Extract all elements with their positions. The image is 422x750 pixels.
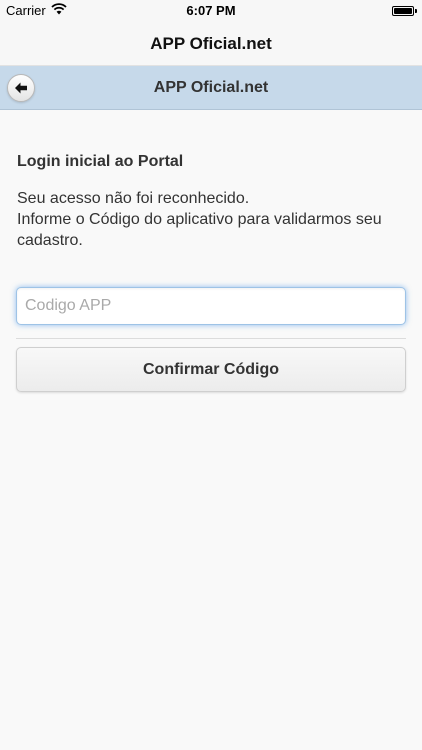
page-header: APP Oficial.net xyxy=(0,66,422,110)
battery-icon xyxy=(392,6,417,16)
code-input-wrapper xyxy=(16,287,406,325)
login-heading: Login inicial ao Portal xyxy=(17,153,184,170)
app-nav-bar: APP Oficial.net xyxy=(0,22,422,66)
app-title: APP Oficial.net xyxy=(150,34,272,53)
login-content: Login inicial ao Portal Seu acesso não f… xyxy=(17,152,405,251)
app-code-input[interactable] xyxy=(17,288,405,324)
message-line-1: Seu acesso não foi reconhecido. xyxy=(17,190,250,207)
login-message: Seu acesso não foi reconhecido. Informe … xyxy=(17,188,405,251)
divider xyxy=(16,338,406,339)
message-line-2: Informe o Código do aplicativo para vali… xyxy=(17,211,382,249)
confirm-code-button[interactable]: Confirmar Código xyxy=(16,347,406,392)
page-title: APP Oficial.net xyxy=(153,79,269,96)
clock: 6:07 PM xyxy=(186,3,236,18)
status-bar: Carrier 6:07 PM xyxy=(0,0,422,22)
